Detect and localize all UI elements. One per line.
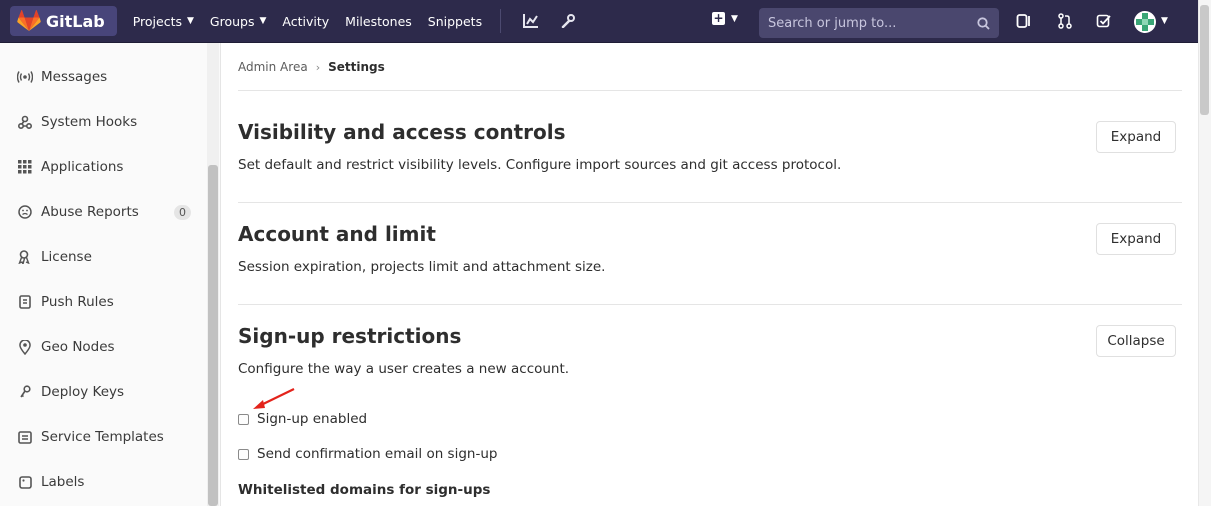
sidebar-item-label: Deploy Keys [41,384,125,400]
smiley-icon [17,204,33,220]
sidebar-item-label: License [41,249,92,265]
sidebar-item-push-rules[interactable]: Push Rules [17,292,197,312]
divider [238,304,1182,305]
new-item-dropdown[interactable]: + ▼ [712,12,738,25]
abuse-reports-count-badge: 0 [174,204,191,220]
location-icon [17,339,33,355]
sidebar-item-deploy-keys[interactable]: Deploy Keys [17,382,197,402]
template-icon [17,429,33,445]
issues-icon[interactable] [1016,13,1034,31]
chevron-down-icon: ▼ [187,16,194,26]
sidebar-item-label: Geo Nodes [41,339,115,355]
gitlab-home-link[interactable]: GitLab [10,6,117,36]
search-input[interactable]: Search or jump to... [759,8,999,38]
nav-milestones[interactable]: Milestones [345,14,412,29]
section-title-visibility: Visibility and access controls [238,120,566,144]
whitelisted-domains-label: Whitelisted domains for sign-ups [238,482,491,498]
divider [238,90,1182,91]
section-title-account-limit: Account and limit [238,222,436,246]
gitlab-logo-icon [17,10,41,31]
search-placeholder: Search or jump to... [768,15,897,31]
sidebar-item-label: Messages [41,69,108,85]
todos-icon[interactable] [1096,13,1114,31]
avatar-icon [1136,13,1154,31]
plus-icon: + [712,11,725,25]
signup-enabled-checkbox[interactable] [238,413,249,425]
sidebar-item-label: Labels [41,474,85,490]
sidebar-item-license[interactable]: License [17,247,197,267]
sidebar-item-label: Service Templates [41,429,164,445]
page-scrollbar-thumb[interactable] [1200,5,1209,115]
section-title-signup-restrictions: Sign-up restrictions [238,324,462,348]
broadcast-icon [17,69,33,85]
chevron-down-icon: ▼ [731,13,738,24]
nav-divider [500,9,502,33]
search-icon [977,16,990,30]
merge-requests-icon[interactable] [1057,13,1075,31]
chevron-down-icon[interactable]: ▼ [1161,16,1168,26]
hook-icon [17,114,33,130]
send-confirmation-label[interactable]: Send confirmation email on sign-up [257,446,497,462]
sidebar-item-system-hooks[interactable]: System Hooks [17,112,197,132]
nav-projects-label: Projects [132,13,182,29]
wrench-icon[interactable] [559,12,577,30]
push-rules-icon [17,294,33,310]
chart-icon[interactable] [521,12,539,30]
sidebar-item-geo-nodes[interactable]: Geo Nodes [17,337,197,357]
sidebar-item-labels[interactable]: Labels [17,472,197,492]
sidebar-item-messages[interactable]: Messages [17,67,197,87]
breadcrumb-admin-area[interactable]: Admin Area [238,60,308,74]
signup-enabled-label[interactable]: Sign-up enabled [257,411,367,427]
send-confirmation-option[interactable]: Send confirmation email on sign-up [238,446,497,462]
sidebar-item-service-templates[interactable]: Service Templates [17,427,197,447]
breadcrumb-current: Settings [328,60,385,74]
chevron-right-icon: › [315,60,321,74]
key-icon [17,384,33,400]
sidebar-item-label: Push Rules [41,294,114,310]
section-description-signup-restrictions: Configure the way a user creates a new a… [238,361,570,377]
section-description-visibility: Set default and restrict visibility leve… [238,157,842,173]
sidebar-scrollbar-thumb[interactable] [208,165,218,506]
grid-icon [17,159,33,175]
nav-snippets[interactable]: Snippets [428,14,482,29]
label-icon [17,474,33,490]
certificate-icon [17,249,33,265]
divider [238,202,1182,203]
expand-visibility-button[interactable]: Expand [1096,121,1176,153]
sidebar-item-label: Abuse Reports [41,204,139,220]
send-confirmation-checkbox[interactable] [238,448,249,460]
sidebar-item-label: System Hooks [41,114,138,130]
nav-groups[interactable]: Groups ▼ [210,14,267,29]
sidebar-item-label: Applications [41,159,124,175]
sidebar-item-abuse-reports[interactable]: Abuse Reports 0 [17,202,197,222]
sidebar-item-applications[interactable]: Applications [17,157,197,177]
nav-groups-label: Groups [209,13,255,29]
expand-account-limit-button[interactable]: Expand [1096,223,1176,255]
brand-name: GitLab [46,11,105,31]
section-description-account-limit: Session expiration, projects limit and a… [238,259,606,275]
annotation-arrow-icon [253,388,295,409]
signup-enabled-option[interactable]: Sign-up enabled [238,411,367,427]
chevron-down-icon: ▼ [259,16,267,26]
nav-activity[interactable]: Activity [282,14,329,29]
collapse-signup-restrictions-button[interactable]: Collapse [1096,325,1176,357]
nav-projects[interactable]: Projects ▼ [133,14,194,29]
user-avatar[interactable] [1134,11,1156,33]
breadcrumb: Admin Area › Settings [238,60,385,74]
